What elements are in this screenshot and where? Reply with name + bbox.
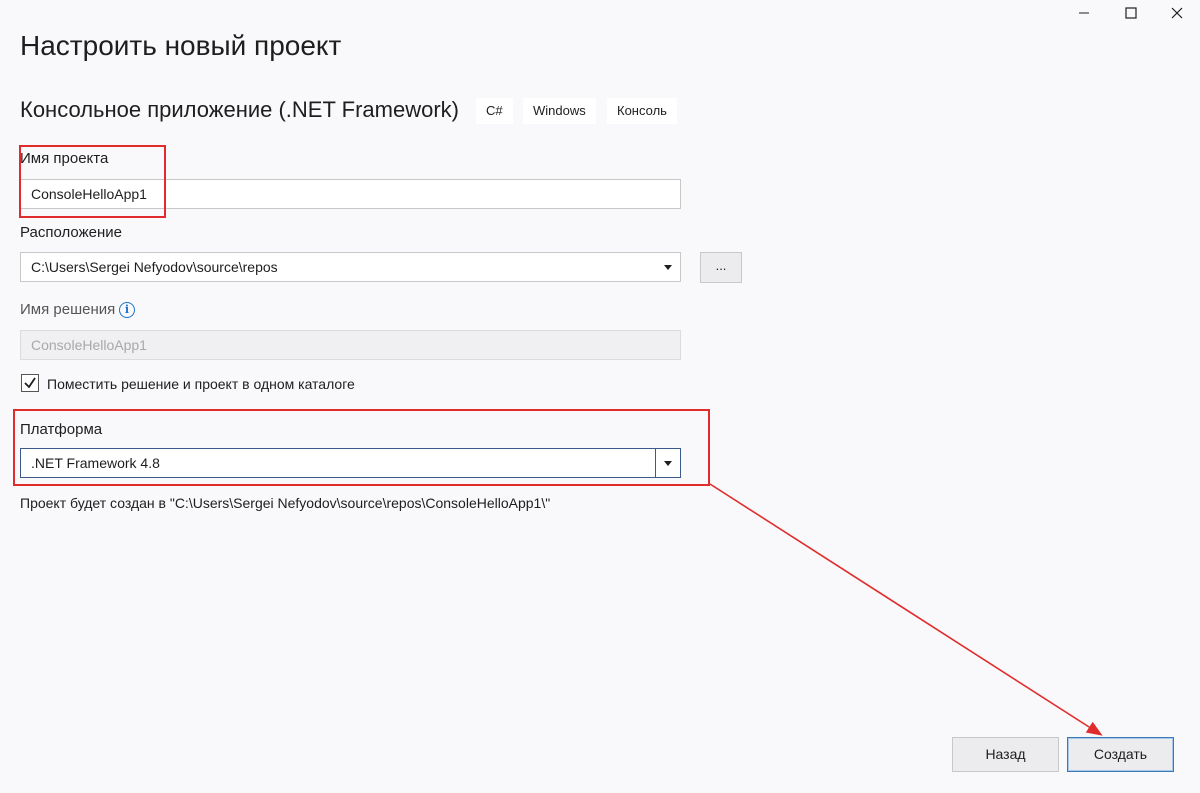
dropdown-arrow-icon[interactable] (655, 449, 680, 477)
info-icon[interactable]: i (119, 302, 135, 318)
maximize-button[interactable] (1108, 0, 1154, 26)
platform-combobox[interactable]: .NET Framework 4.8 (20, 448, 681, 478)
project-name-label: Имя проекта (20, 150, 109, 167)
location-label: Расположение (20, 224, 122, 241)
solution-name-label: Имя решения (20, 301, 116, 318)
maximize-icon (1125, 7, 1137, 19)
tag-platform: Windows (523, 98, 596, 124)
tag-language: C# (476, 98, 513, 124)
template-name: Консольное приложение (.NET Framework) (20, 97, 459, 122)
minimize-icon (1079, 12, 1089, 14)
tag-project-type: Консоль (607, 98, 677, 124)
solution-name-input: ConsoleHelloApp1 (20, 330, 681, 360)
browse-button[interactable]: ... (700, 252, 742, 283)
close-button[interactable] (1154, 0, 1200, 26)
checkmark-icon (24, 377, 36, 389)
page-title: Настроить новый проект (20, 30, 342, 61)
location-combobox[interactable]: C:\Users\Sergei Nefyodov\source\repos (20, 252, 681, 282)
back-button[interactable]: Назад (952, 737, 1059, 772)
close-icon (1171, 7, 1183, 19)
minimize-button[interactable] (1061, 0, 1107, 26)
dropdown-arrow-icon[interactable] (656, 253, 680, 281)
same-directory-checkbox[interactable] (21, 374, 39, 392)
project-path-summary: Проект будет создан в "C:\Users\Sergei N… (20, 495, 551, 511)
project-name-input[interactable]: ConsoleHelloApp1 (20, 179, 681, 209)
platform-label: Платформа (20, 421, 103, 438)
location-value: C:\Users\Sergei Nefyodov\source\repos (31, 259, 278, 275)
same-directory-label[interactable]: Поместить решение и проект в одном катал… (47, 376, 355, 392)
platform-value: .NET Framework 4.8 (31, 455, 160, 471)
create-button[interactable]: Создать (1067, 737, 1174, 772)
